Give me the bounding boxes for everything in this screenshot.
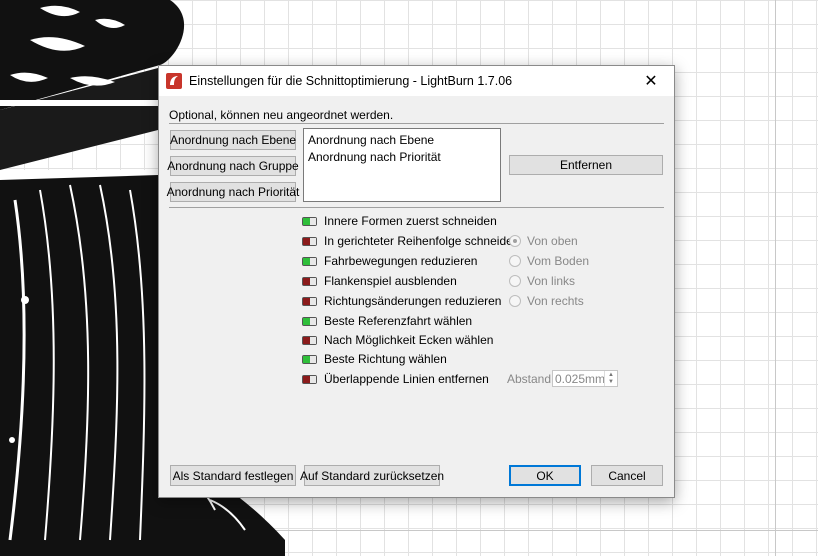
spin-arrows[interactable]: ▲ ▼: [604, 371, 617, 386]
option-label: Flankenspiel ausblenden: [324, 274, 457, 288]
list-item[interactable]: Anordnung nach Priorität: [308, 149, 496, 166]
radio-indicator[interactable]: [509, 275, 521, 287]
option-directed-order[interactable]: In gerichteter Reihenfolge schneiden: [302, 232, 519, 250]
separator-middle: [169, 207, 664, 208]
option-label: Nach Möglichkeit Ecken wählen: [324, 333, 494, 347]
toggle-switch[interactable]: [302, 236, 317, 246]
option-label: Beste Richtung wählen: [324, 352, 447, 366]
option-best-direction[interactable]: Beste Richtung wählen: [302, 350, 447, 368]
radio-indicator[interactable]: [509, 295, 521, 307]
radio-label: Von oben: [527, 234, 578, 248]
title-bar[interactable]: Einstellungen für die Schnittoptimierung…: [159, 66, 674, 96]
spin-up-icon[interactable]: ▲: [608, 372, 614, 379]
distance-input[interactable]: 0.025mm ▲ ▼: [552, 370, 618, 387]
radio-label: Von rechts: [527, 294, 584, 308]
option-reduce-travel[interactable]: Fahrbewegungen reduzieren: [302, 252, 477, 270]
distance-value: 0.025mm: [555, 371, 606, 386]
option-remove-overlapping[interactable]: Überlappende Linien entfernen: [302, 370, 489, 388]
toggle-switch[interactable]: [302, 276, 317, 286]
radio-indicator[interactable]: [509, 255, 521, 267]
toggle-switch[interactable]: [302, 316, 317, 326]
cut-optimization-dialog: Einstellungen für die Schnittoptimierung…: [158, 65, 675, 498]
order-list[interactable]: Anordnung nach Ebene Anordnung nach Prio…: [303, 128, 501, 202]
option-reduce-direction-changes[interactable]: Richtungsänderungen reduzieren: [302, 292, 501, 310]
radio-label: Von links: [527, 274, 576, 288]
reset-default-button[interactable]: Auf Standard zurücksetzen: [300, 465, 444, 486]
option-label: Richtungsänderungen reduzieren: [324, 294, 502, 308]
option-choose-corners[interactable]: Nach Möglichkeit Ecken wählen: [302, 331, 493, 349]
list-item[interactable]: Anordnung nach Ebene: [308, 132, 496, 149]
option-label: Beste Referenzfahrt wählen: [324, 314, 473, 328]
radio-from-right[interactable]: Von rechts: [509, 292, 584, 310]
toggle-switch[interactable]: [302, 216, 317, 226]
option-label: Fahrbewegungen reduzieren: [324, 254, 478, 268]
order-by-group-button[interactable]: Anordnung nach Gruppe: [167, 156, 299, 176]
lightburn-app-icon: [166, 73, 182, 89]
remove-button[interactable]: Entfernen: [509, 155, 663, 175]
cancel-button[interactable]: Cancel: [591, 465, 663, 486]
toggle-switch[interactable]: [302, 354, 317, 364]
close-button[interactable]: ✕: [628, 66, 674, 96]
option-label: Überlappende Linien entfernen: [324, 372, 489, 386]
ok-button[interactable]: OK: [509, 465, 581, 486]
toggle-switch[interactable]: [302, 374, 317, 384]
radio-from-bottom[interactable]: Vom Boden: [509, 252, 589, 270]
window-title: Einstellungen für die Schnittoptimierung…: [189, 74, 513, 88]
spin-down-icon[interactable]: ▼: [608, 379, 614, 386]
subtitle-text: Optional, können neu angeordnet werden.: [169, 108, 394, 122]
option-best-start-point[interactable]: Beste Referenzfahrt wählen: [302, 312, 472, 330]
set-default-button[interactable]: Als Standard festlegen: [170, 465, 296, 486]
distance-label: Abstand:: [507, 372, 555, 386]
order-by-priority-button[interactable]: Anordnung nach Priorität: [167, 182, 299, 202]
option-label: Innere Formen zuerst schneiden: [324, 214, 497, 228]
close-icon: ✕: [644, 73, 658, 90]
option-hide-backlash[interactable]: Flankenspiel ausblenden: [302, 272, 457, 290]
separator-top: [169, 123, 664, 124]
radio-indicator[interactable]: [509, 235, 521, 247]
toggle-switch[interactable]: [302, 335, 317, 345]
toggle-switch[interactable]: [302, 256, 317, 266]
option-label: In gerichteter Reihenfolge schneiden: [324, 234, 520, 248]
toggle-switch[interactable]: [302, 296, 317, 306]
order-by-layer-button[interactable]: Anordnung nach Ebene: [170, 130, 296, 150]
radio-from-top[interactable]: Von oben: [509, 232, 578, 250]
option-inner-shapes-first[interactable]: Innere Formen zuerst schneiden: [302, 212, 497, 230]
radio-from-left[interactable]: Von links: [509, 272, 575, 290]
radio-label: Vom Boden: [527, 254, 590, 268]
canvas-guide-vertical: [775, 0, 776, 556]
